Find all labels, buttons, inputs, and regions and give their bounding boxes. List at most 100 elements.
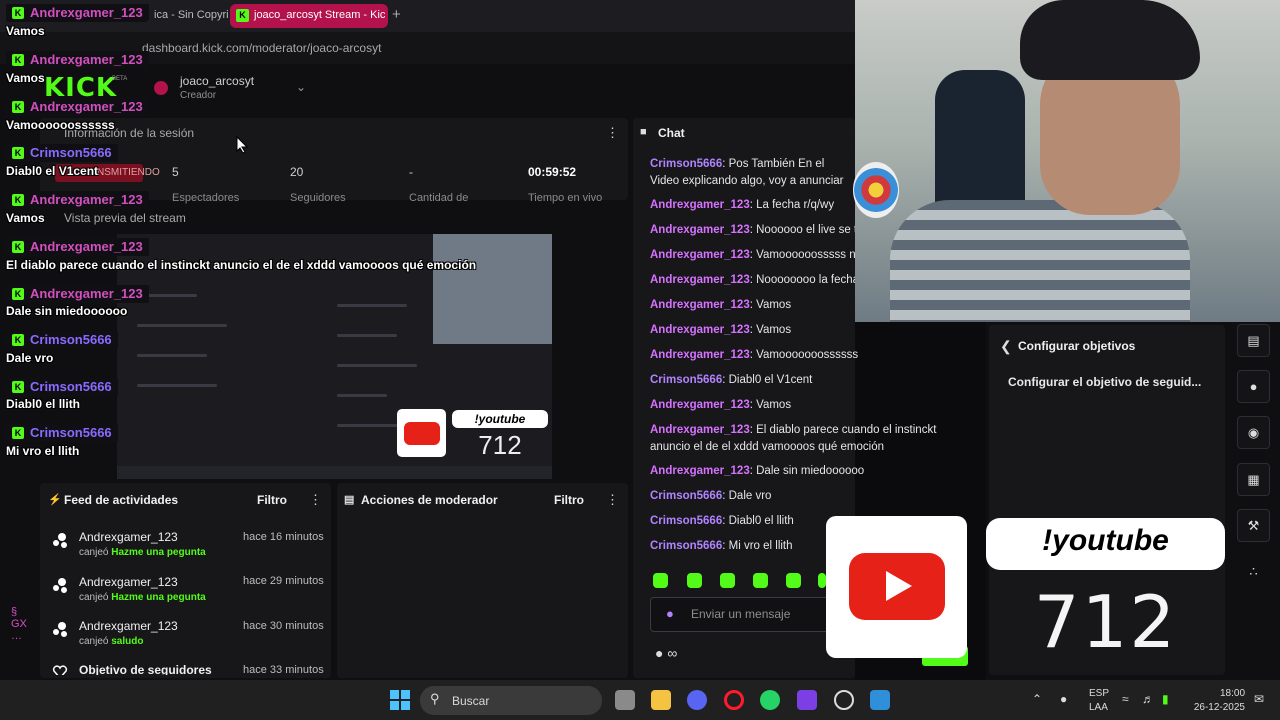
overlay-username: Andrexgamer_123 [30,286,143,301]
keyboard-layout-indicator[interactable]: LAA [1089,702,1108,713]
new-tab-button[interactable]: + [392,6,401,23]
more-menu-icon[interactable]: ⋮ [309,492,322,508]
feed-item-time: hace 30 minutos [243,620,324,632]
chat-username[interactable]: Andrexgamer_123 [650,224,750,236]
creator-name[interactable]: joaco_arcosyt [180,74,254,88]
chat-username[interactable]: Andrexgamer_123 [650,249,750,261]
overlay-username: Crimson5666 [30,145,112,160]
emote-icon[interactable] [720,573,735,588]
chat-text: : Vamos [749,324,792,336]
volume-icon[interactable]: ♬ [1142,692,1154,706]
language-indicator[interactable]: ESP [1089,688,1109,699]
chat-username[interactable]: Andrexgamer_123 [650,349,750,361]
battery-icon[interactable]: ▮ [1162,692,1169,706]
chat-username[interactable]: Andrexgamer_123 [650,424,750,436]
stat-followers-value: 20 [290,165,304,179]
url-text[interactable]: dashboard.kick.com/moderator/joaco-arcos… [142,41,381,55]
document-icon[interactable]: ▤ [1237,324,1270,357]
feed-item-user[interactable]: Andrexgamer_123 [79,575,178,589]
feed-item-user[interactable]: Objetivo de seguidores [79,663,212,675]
lightning-icon: ⚡ [48,494,62,506]
emote-icon[interactable] [653,573,668,588]
stat-viewers-value: 5 [172,165,179,179]
chat-icon[interactable]: ● [1237,370,1270,403]
layout-icon[interactable]: ▦ [1237,463,1270,496]
windows-taskbar [0,680,1280,720]
more-menu-icon[interactable]: ⋮ [606,125,619,141]
wrench-icon[interactable]: ⚒ [1237,509,1270,542]
obs-icon[interactable] [834,690,854,710]
chat-settings-icon[interactable]: ● ∞ [655,645,677,661]
windows-start-icon[interactable] [390,690,410,710]
chat-username[interactable]: Crimson5666 [650,374,722,386]
moderator-filter-button[interactable]: Filtro [554,493,584,507]
taskbar-search[interactable] [420,686,602,715]
opera-sidebar-icons[interactable]: § GX… [11,606,27,642]
feed-item-user[interactable]: Andrexgamer_123 [79,530,178,544]
chat-username[interactable]: Crimson5666 [650,490,722,502]
chat-input-placeholder[interactable]: Enviar un mensaje [691,607,790,621]
app-icon[interactable] [870,690,890,710]
overlay-chat-text: Mi vro el llith [6,444,80,458]
overlay-username: Andrexgamer_123 [30,52,143,67]
chevron-up-icon[interactable]: ⌃ [1032,692,1042,706]
notification-icon[interactable]: ✉ [1254,692,1264,706]
chat-username[interactable]: Andrexgamer_123 [650,199,750,211]
browser-tab-active[interactable]: K joaco_arcosyt Stream - Kic [230,4,388,28]
chat-username[interactable]: Andrexgamer_123 [650,399,750,411]
opera-gx-icon[interactable] [724,690,744,710]
chat-username[interactable]: Andrexgamer_123 [650,324,750,336]
moderator-actions-panel [337,483,628,678]
preview-line [337,394,387,397]
chat-username[interactable]: Crimson5666 [650,515,722,527]
chevron-down-icon[interactable]: ⌄ [296,80,306,94]
kick-badge-icon: K [12,334,24,346]
feed-item-user[interactable]: Andrexgamer_123 [79,619,178,633]
chat-message: Crimson5666: Pos También En el Video exp… [650,156,855,190]
chat-bubble-icon: ■ [640,126,647,138]
file-explorer-icon[interactable] [651,690,671,710]
activity-icon[interactable]: ∴ [1237,556,1270,589]
chat-text: : Vamos [749,399,792,411]
whatsapp-icon[interactable] [760,690,780,710]
overlay-chat-user: K Andrexgamer_123 [6,51,149,69]
wifi-icon[interactable]: ≈ [1122,692,1129,706]
webcam-wheel-decoration [853,162,899,218]
activity-feed-title: Feed de actividades [64,493,179,507]
activity-filter-button[interactable]: Filtro [257,493,287,507]
emote-icon[interactable] [687,573,702,588]
mouse-cursor-icon [236,135,249,159]
chat-message: Andrexgamer_123: Vamos [650,322,855,339]
more-menu-icon[interactable]: ⋮ [606,492,619,508]
clock-time[interactable]: 18:00 [1220,688,1245,699]
chat-username[interactable]: Crimson5666 [650,540,722,552]
kick-badge-icon: K [12,101,24,113]
chat-username[interactable]: Crimson5666 [650,158,722,170]
stat-live-time-label: Tiempo en vivo [528,192,603,204]
emote-icon[interactable] [818,573,826,588]
chat-username[interactable]: Andrexgamer_123 [650,465,750,477]
overlay-chat-user: K Andrexgamer_123 [6,285,149,303]
clock-date[interactable]: 26-12-2025 [1183,702,1245,713]
goal-item[interactable]: Configurar el objetivo de seguid... [1008,375,1201,389]
emote-icon[interactable] [753,573,768,588]
video-editor-icon[interactable] [797,690,817,710]
broadcast-icon[interactable]: ◉ [1237,416,1270,449]
chat-message: Andrexgamer_123: Vamos [650,297,855,314]
chat-username[interactable]: Andrexgamer_123 [650,299,750,311]
back-chevron-icon[interactable]: ❮ [1000,338,1012,355]
taskbar-search-label[interactable]: Buscar [452,694,489,708]
activity-icon [52,577,68,593]
emote-icon[interactable] [786,573,801,588]
microphone-icon[interactable]: ● [666,606,674,621]
chat-username[interactable]: Andrexgamer_123 [650,274,750,286]
overlay-chat-user: K Crimson5666 [6,331,118,349]
discord-icon[interactable] [687,690,707,710]
microphone-icon[interactable]: ● [1060,692,1067,706]
preview-line [337,334,397,337]
tab-label: ica - Sin Copyric [154,9,228,21]
webcam-person-shirt [890,200,1190,322]
chat-text: : Vamooooooossssss [749,349,859,361]
chat-text: : Vamos [749,299,792,311]
task-view-icon[interactable] [615,690,635,710]
